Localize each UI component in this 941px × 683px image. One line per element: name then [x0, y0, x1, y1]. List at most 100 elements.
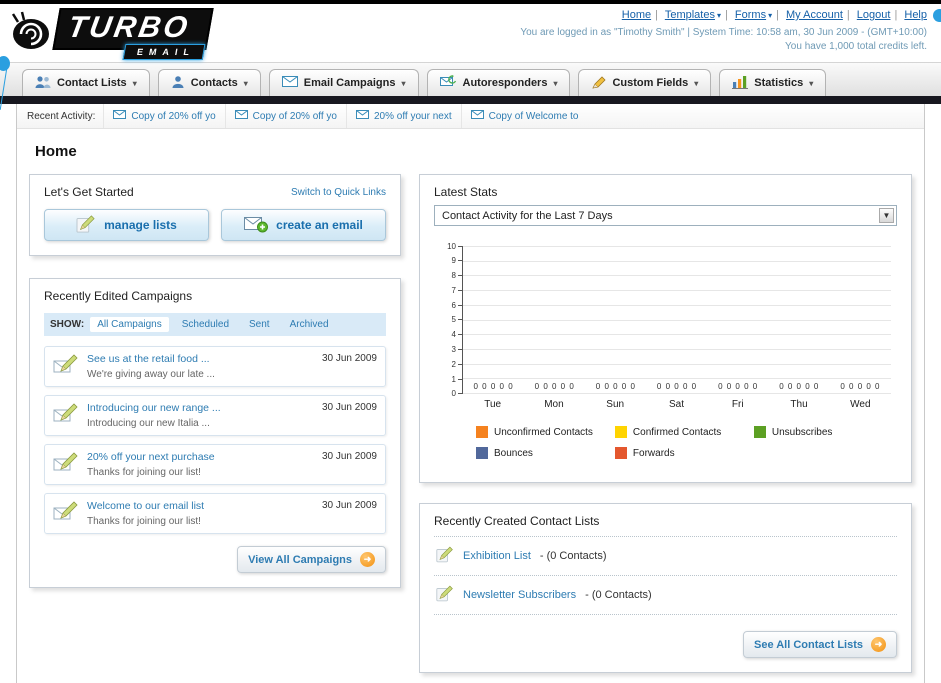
switch-quick-links-link[interactable]: Switch to Quick Links [291, 187, 386, 198]
pencil-page-icon [436, 546, 454, 566]
nav-link-templates[interactable]: Templates ▾ [665, 9, 721, 21]
campaign-subtitle: We're giving away our late ... [87, 369, 215, 380]
app-window: TURBO EMAIL Home | Templates ▾ | Forms ▾ | My… [0, 0, 941, 683]
separator: | [846, 9, 850, 21]
bar-group-values: 0 0 0 0 0 [840, 382, 881, 391]
legend-item: Unsubscribes [753, 426, 893, 438]
campaign-title-link[interactable]: Introducing our new range ... [87, 402, 314, 414]
envelope-pencil-icon [53, 451, 79, 478]
campaign-subtitle: Thanks for joining our list! [87, 516, 201, 527]
contact-list-name-link[interactable]: Exhibition List [463, 550, 531, 562]
main-tab-bar: Contact Lists ▾ Contacts ▾ Email Campaigns… [0, 62, 941, 96]
recent-campaigns-panel: Recently Edited Campaigns SHOW: All Camp… [29, 278, 401, 588]
tab-email-campaigns[interactable]: Email Campaigns ▾ [268, 69, 419, 96]
x-axis-label: Wed [850, 399, 871, 410]
nav-link-home[interactable]: Home [622, 9, 651, 21]
statistics-icon [732, 75, 749, 92]
credits-info: You have 1,000 total credits left. [785, 41, 927, 52]
campaign-date: 30 Jun 2009 [321, 353, 377, 364]
tab-custom-fields[interactable]: Custom Fields ▾ [578, 69, 712, 96]
filter-tab-all-campaigns[interactable]: All Campaigns [90, 317, 169, 332]
content-area: Home Let's Get Started Switch to Quick L… [17, 129, 924, 683]
chart-value-labels: 0 0 0 0 0 0 0 0 0 0 0 0 0 0 0 0 0 0 0 0 0 0 … [463, 382, 891, 391]
bar-group-values: 0 0 0 0 0 [718, 382, 759, 391]
filter-tab-sent[interactable]: Sent [242, 317, 277, 332]
campaigns-filter-bar: SHOW: All Campaigns Scheduled Sent Archi… [44, 313, 386, 336]
chevron-down-icon: ▾ [553, 78, 558, 88]
get-started-title: Let's Get Started [44, 185, 134, 199]
campaign-row[interactable]: See us at the retail food ... We're givi… [44, 346, 386, 387]
x-axis-label: Sat [668, 399, 684, 410]
main-frame: Recent Activity: Copy of 20% off yo Copy… [16, 104, 925, 683]
recent-contact-lists-panel: Recently Created Contact Lists Exhibitio… [419, 503, 912, 673]
envelope-pencil-icon [53, 402, 79, 429]
manage-lists-button[interactable]: manage lists [44, 209, 209, 241]
filter-tab-scheduled[interactable]: Scheduled [175, 317, 236, 332]
x-axis-label: Sun [606, 399, 625, 410]
legend-item: Confirmed Contacts [614, 426, 754, 438]
tab-autoresponders[interactable]: Autoresponders ▾ [426, 69, 571, 96]
contact-list-count: - (0 Contacts) [539, 550, 607, 562]
campaign-row[interactable]: Welcome to our email list Thanks for joi… [44, 493, 386, 534]
envelope-icon [113, 110, 127, 122]
campaign-title-link[interactable]: 20% off your next purchase [87, 451, 314, 463]
tab-statistics[interactable]: Statistics ▾ [719, 69, 827, 96]
campaign-title-link[interactable]: See us at the retail food ... [87, 353, 314, 365]
envelope-icon [470, 110, 484, 122]
login-info: You are logged in as "Timothy Smith" | S… [520, 27, 927, 38]
recent-activity-item[interactable]: Copy of 20% off yo [103, 104, 224, 128]
logo-sub-text: EMAIL [122, 44, 206, 60]
campaign-row[interactable]: 20% off your next purchase Thanks for jo… [44, 444, 386, 485]
x-axis-label: Mon [544, 399, 564, 410]
snail-logo-icon [10, 10, 52, 59]
tab-contacts[interactable]: Contacts ▾ [157, 69, 261, 96]
recent-activity-item[interactable]: Copy of 20% off yo [224, 104, 346, 128]
envelope-pencil-icon [53, 500, 79, 527]
nav-link-logout[interactable]: Logout [857, 9, 891, 21]
envelope-pencil-icon [53, 353, 79, 380]
header-right: Home | Templates ▾ | Forms ▾ | My Account | Lo… [520, 9, 927, 52]
x-axis-label: Thu [790, 399, 808, 410]
app-logo[interactable]: TURBO EMAIL [10, 8, 214, 60]
campaign-title-link[interactable]: Welcome to our email list [87, 500, 314, 512]
chevron-down-icon: ▾ [768, 11, 773, 20]
contact-list-row[interactable]: Newsletter Subscribers - (0 Contacts) [434, 576, 897, 615]
nav-link-forms[interactable]: Forms ▾ [735, 9, 772, 21]
campaign-row[interactable]: Introducing our new range ... Introducin… [44, 395, 386, 436]
see-all-contact-lists-button[interactable]: See All Contact Lists ➜ [742, 631, 897, 658]
stats-period-select[interactable]: Contact Activity for the Last 7 Days ▼ [434, 205, 897, 226]
arrow-right-icon: ➜ [360, 552, 375, 567]
separator: | [655, 9, 658, 21]
contact-list-row[interactable]: Exhibition List - (0 Contacts) [434, 537, 897, 576]
bar-group-values: 0 0 0 0 0 [656, 382, 698, 391]
top-nav: Home | Templates ▾ | Forms ▾ | My Account | Lo… [520, 9, 927, 21]
chevron-down-icon: ▾ [132, 78, 137, 88]
view-all-campaigns-button[interactable]: View All Campaigns ➜ [237, 546, 386, 573]
separator: | [724, 9, 728, 21]
legend-swatch [614, 426, 627, 438]
latest-stats-panel: Latest Stats Contact Activity for the La… [419, 174, 912, 483]
create-email-button[interactable]: create an email [221, 209, 386, 241]
contact-lists-icon [35, 75, 51, 92]
separator: | [776, 9, 779, 21]
separator: | [894, 9, 898, 21]
contact-list-name-link[interactable]: Newsletter Subscribers [463, 589, 576, 601]
nav-link-help[interactable]: Help [904, 9, 927, 21]
recent-activity-item[interactable]: 20% off your next [345, 104, 461, 128]
filter-tab-archived[interactable]: Archived [283, 317, 336, 332]
x-axis-label: Fri [731, 399, 744, 410]
contacts-icon [171, 75, 185, 92]
show-label: SHOW: [50, 319, 85, 330]
nav-link-my-account[interactable]: My Account [786, 9, 843, 21]
tab-contact-lists[interactable]: Contact Lists ▾ [22, 69, 150, 96]
envelope-icon [355, 110, 369, 122]
envelope-plus-icon [244, 215, 269, 236]
page-title: Home [35, 143, 77, 160]
legend-item: Bounces [476, 447, 615, 459]
header: TURBO EMAIL Home | Templates ▾ | Forms ▾ | My… [0, 4, 941, 62]
bar-group-values: 0 0 0 0 0 [534, 382, 575, 391]
divider-bar [0, 96, 941, 104]
recent-activity-item[interactable]: Copy of Welcome to [460, 104, 588, 128]
legend-swatch [753, 426, 766, 438]
chevron-down-icon: ▾ [401, 78, 406, 88]
